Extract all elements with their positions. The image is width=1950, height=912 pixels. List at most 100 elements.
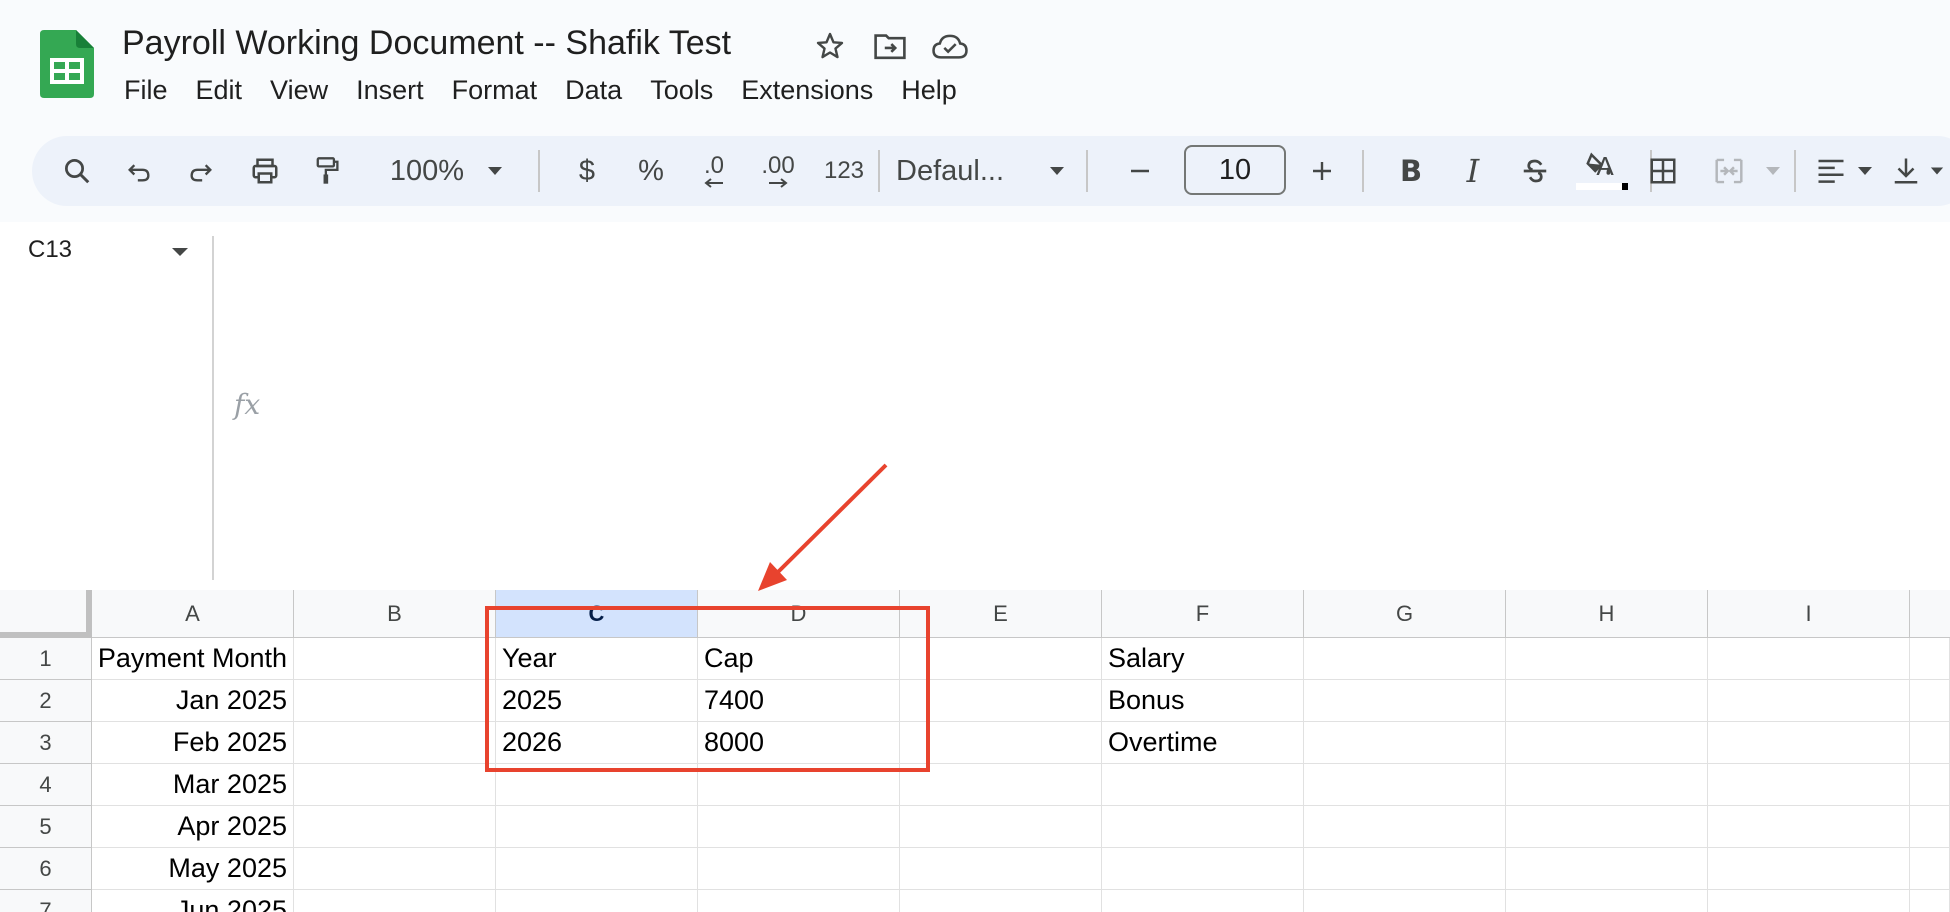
cell-i6[interactable] <box>1708 848 1910 890</box>
print-icon[interactable] <box>240 136 290 206</box>
row-header[interactable]: 2 <box>0 680 92 722</box>
name-box[interactable]: C13 <box>28 236 72 264</box>
cell-d7[interactable] <box>698 890 900 912</box>
star-icon[interactable] <box>810 28 850 64</box>
column-header-f[interactable]: F <box>1102 590 1304 638</box>
font-size-input[interactable]: 10 <box>1184 145 1286 195</box>
cell-f4[interactable] <box>1102 764 1304 806</box>
column-header-i[interactable]: I <box>1708 590 1910 638</box>
cell-e7[interactable] <box>900 890 1102 912</box>
cell-overflow[interactable] <box>1910 764 1950 806</box>
merge-cells-icon[interactable] <box>1706 136 1752 206</box>
percent-format-button[interactable]: % <box>626 136 676 206</box>
cell-a4[interactable]: Mar 2025 <box>92 764 294 806</box>
menu-edit[interactable]: Edit <box>182 70 257 110</box>
decrease-font-size-icon[interactable] <box>1118 136 1162 206</box>
cell-b3[interactable] <box>294 722 496 764</box>
cell-a7[interactable]: Jun 2025 <box>92 890 294 912</box>
vertical-align-icon[interactable] <box>1886 136 1926 206</box>
cell-g2[interactable] <box>1304 680 1506 722</box>
cell-h6[interactable] <box>1506 848 1708 890</box>
cell-i3[interactable] <box>1708 722 1910 764</box>
merge-chevron-down-icon[interactable] <box>1758 136 1788 206</box>
cell-g1[interactable] <box>1304 638 1506 680</box>
paint-format-icon[interactable] <box>302 136 352 206</box>
cell-overflow[interactable] <box>1910 848 1950 890</box>
borders-icon[interactable] <box>1640 136 1686 206</box>
cell-f7[interactable] <box>1102 890 1304 912</box>
cell-h3[interactable] <box>1506 722 1708 764</box>
cell-f3[interactable]: Overtime <box>1102 722 1304 764</box>
cell-i7[interactable] <box>1708 890 1910 912</box>
cell-h1[interactable] <box>1506 638 1708 680</box>
cell-c5[interactable] <box>496 806 698 848</box>
cell-overflow[interactable] <box>1910 890 1950 912</box>
cell-f5[interactable] <box>1102 806 1304 848</box>
cell-f2[interactable]: Bonus <box>1102 680 1304 722</box>
cell-i1[interactable] <box>1708 638 1910 680</box>
menu-data[interactable]: Data <box>551 70 636 110</box>
cell-h2[interactable] <box>1506 680 1708 722</box>
cell-h7[interactable] <box>1506 890 1708 912</box>
row-header[interactable]: 6 <box>0 848 92 890</box>
cell-overflow[interactable] <box>1910 806 1950 848</box>
cell-a2[interactable]: Jan 2025 <box>92 680 294 722</box>
cell-b6[interactable] <box>294 848 496 890</box>
bold-button[interactable]: B <box>1388 136 1434 206</box>
cell-e3[interactable] <box>900 722 1102 764</box>
cell-g7[interactable] <box>1304 890 1506 912</box>
cell-d6[interactable] <box>698 848 900 890</box>
font-chevron-down-icon[interactable] <box>1042 136 1072 206</box>
cell-b4[interactable] <box>294 764 496 806</box>
search-menus-icon[interactable] <box>52 136 102 206</box>
cell-overflow[interactable] <box>1910 638 1950 680</box>
formula-input[interactable] <box>270 236 1930 576</box>
decrease-decimal-button[interactable]: .0 <box>686 136 742 206</box>
column-header-g[interactable]: G <box>1304 590 1506 638</box>
cell-i4[interactable] <box>1708 764 1910 806</box>
cell-d5[interactable] <box>698 806 900 848</box>
row-header[interactable]: 7 <box>0 890 92 912</box>
cell-b1[interactable] <box>294 638 496 680</box>
row-header[interactable]: 3 <box>0 722 92 764</box>
move-folder-icon[interactable] <box>870 28 910 64</box>
menu-file[interactable]: File <box>110 70 182 110</box>
menu-view[interactable]: View <box>256 70 342 110</box>
column-header-a[interactable]: A <box>92 590 294 638</box>
align-chevron-down-icon[interactable] <box>1852 136 1878 206</box>
cell-b5[interactable] <box>294 806 496 848</box>
column-header-overflow[interactable] <box>1910 590 1950 638</box>
cell-g4[interactable] <box>1304 764 1506 806</box>
menu-tools[interactable]: Tools <box>636 70 727 110</box>
column-header-e[interactable]: E <box>900 590 1102 638</box>
column-header-b[interactable]: B <box>294 590 496 638</box>
menu-format[interactable]: Format <box>438 70 552 110</box>
cell-h5[interactable] <box>1506 806 1708 848</box>
cell-e6[interactable] <box>900 848 1102 890</box>
number-format-button[interactable]: 123 <box>814 136 874 206</box>
cell-a6[interactable]: May 2025 <box>92 848 294 890</box>
cell-e1[interactable] <box>900 638 1102 680</box>
cell-f6[interactable] <box>1102 848 1304 890</box>
zoom-chevron-down-icon[interactable] <box>480 136 510 206</box>
valign-chevron-down-icon[interactable] <box>1926 136 1948 206</box>
cell-g6[interactable] <box>1304 848 1506 890</box>
cell-a5[interactable]: Apr 2025 <box>92 806 294 848</box>
font-select[interactable]: Defaul... <box>896 136 1036 206</box>
currency-format-button[interactable]: $ <box>562 136 612 206</box>
cell-b2[interactable] <box>294 680 496 722</box>
zoom-select[interactable]: 100% <box>382 136 472 206</box>
cell-overflow[interactable] <box>1910 680 1950 722</box>
horizontal-align-icon[interactable] <box>1808 136 1854 206</box>
cell-e5[interactable] <box>900 806 1102 848</box>
menu-help[interactable]: Help <box>887 70 971 110</box>
select-all-corner[interactable] <box>0 590 92 638</box>
cell-g3[interactable] <box>1304 722 1506 764</box>
increase-decimal-button[interactable]: .00 <box>748 136 808 206</box>
cell-e4[interactable] <box>900 764 1102 806</box>
column-header-h[interactable]: H <box>1506 590 1708 638</box>
strikethrough-icon[interactable] <box>1512 136 1558 206</box>
cloud-saved-icon[interactable] <box>930 28 970 64</box>
italic-button[interactable]: I <box>1450 136 1496 206</box>
cell-f1[interactable]: Salary <box>1102 638 1304 680</box>
